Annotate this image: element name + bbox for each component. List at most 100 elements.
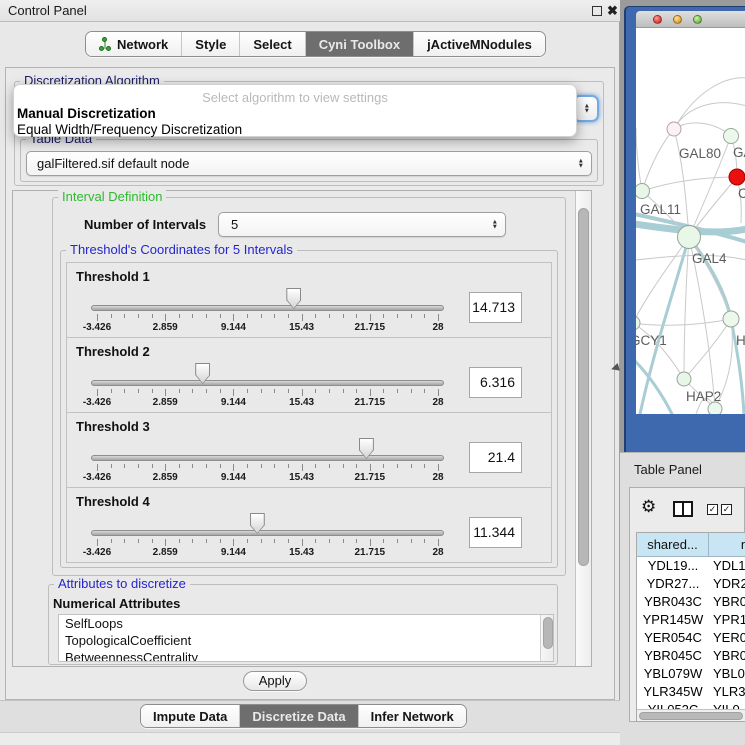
horizontal-scrollbar-thumb[interactable] (639, 712, 743, 720)
tab-style[interactable]: Style (182, 32, 240, 56)
threshold-sliders-container: Threshold 1-3.4262.8599.14415.4321.71528… (66, 262, 552, 564)
network-node[interactable] (723, 311, 739, 327)
slider-tick (138, 539, 139, 543)
slider-tick (247, 539, 248, 543)
table-row[interactable]: YIL052CYIL0 (637, 701, 745, 709)
attribute-items: SelfLoopsTopologicalCoefficientBetweenne… (59, 615, 553, 662)
tab-infer-network[interactable]: Infer Network (359, 705, 466, 727)
gear-icon[interactable]: ⚙ (641, 498, 656, 516)
column-header-name[interactable]: n (709, 533, 745, 557)
slider-tick-label: 9.144 (221, 547, 246, 558)
checkbox-icon[interactable]: ✓ (707, 504, 718, 515)
threshold-1-slider-track[interactable] (91, 305, 444, 311)
tab-cyni-toolbox[interactable]: Cyni Toolbox (306, 32, 414, 56)
control-panel-tabbar: Network Style Select Cyni Toolbox jActiv… (85, 31, 546, 57)
columns-icon[interactable] (673, 501, 693, 517)
slider-tick (315, 539, 316, 543)
slider-tick (247, 464, 248, 468)
table-cell-shared-name: YDL19... (637, 557, 709, 575)
table-row[interactable]: YBR043CYBR0 (637, 593, 745, 611)
slider-tick (302, 464, 303, 471)
slider-tick (179, 539, 180, 543)
tab-select[interactable]: Select (240, 32, 305, 56)
threshold-4-slider-track[interactable] (91, 530, 444, 536)
network-node[interactable] (724, 129, 739, 144)
table-rows: YDL19...YDL1YDR27...YDR2YBR043CYBR0YPR14… (637, 557, 745, 709)
slider-tick (261, 314, 262, 318)
cyni-bottom-tabbar: Impute Data Discretize Data Infer Networ… (140, 704, 467, 728)
network-canvas[interactable]: GAL80GACGAL11GAL4GCY1HHAP2 (636, 28, 745, 414)
network-view-window[interactable]: GAL80GACGAL11GAL4GCY1HHAP2 (624, 6, 745, 452)
slider-tick (261, 464, 262, 468)
zoom-traffic-light[interactable] (693, 15, 702, 24)
table-row[interactable]: YBR045CYBR0 (637, 647, 745, 665)
apply-button[interactable]: Apply (243, 671, 307, 691)
slider-tick (424, 314, 425, 318)
threshold-3-value-field[interactable]: 21.4 (469, 442, 522, 473)
slider-tick (261, 539, 262, 543)
slider-tick (411, 539, 412, 543)
horizontal-scrollbar[interactable] (637, 709, 745, 722)
slider-tick-label: 15.43 (289, 397, 314, 408)
table-row[interactable]: YDR27...YDR2 (637, 575, 745, 593)
slider-tick (247, 314, 248, 318)
slider-tick (192, 539, 193, 543)
table-cell-name: YBR0 (713, 593, 745, 611)
close-traffic-light[interactable] (653, 15, 662, 24)
attribute-item[interactable]: SelfLoops (59, 615, 553, 632)
tab-discretize-data[interactable]: Discretize Data (240, 705, 358, 727)
checkbox-icon[interactable]: ✓ (721, 504, 732, 515)
slider-tick (329, 389, 330, 393)
network-node[interactable] (636, 184, 650, 199)
numerical-attributes-list[interactable]: SelfLoopsTopologicalCoefficientBetweenne… (58, 614, 554, 662)
threshold-1-value-field[interactable]: 14.713 (469, 292, 522, 323)
threshold-2-slider-track[interactable] (91, 380, 444, 386)
algorithm-option-manual[interactable]: Manual Discretization (17, 106, 156, 121)
attribute-item[interactable]: BetweennessCentrality (59, 649, 553, 662)
control-panel-titlebar: Control Panel ✖ (0, 0, 620, 22)
table-cell-name: YPR1 (713, 611, 745, 629)
slider-tick-label: 28 (432, 472, 443, 483)
algorithm-combo-stepper[interactable]: ▲▼ (575, 95, 599, 122)
node-label: GAL11 (640, 202, 681, 217)
slider-tick (397, 464, 398, 468)
tab-impute-data-label: Impute Data (153, 709, 227, 724)
network-node[interactable] (729, 169, 745, 185)
vertical-scrollbar-thumb[interactable] (578, 208, 589, 566)
slider-tick (165, 314, 166, 321)
attribute-item[interactable]: TopologicalCoefficient (59, 632, 553, 649)
vertical-scrollbar[interactable] (575, 191, 591, 666)
threshold-4-value-field[interactable]: 11.344 (469, 517, 522, 548)
threshold-2-value-field[interactable]: 6.316 (469, 367, 522, 398)
table-data-combobox-value: galFiltered.sif default node (37, 156, 189, 171)
algorithm-option-equal-width[interactable]: Equal Width/Frequency Discretization (17, 122, 242, 137)
threshold-3-slider-track[interactable] (91, 455, 444, 461)
table-row[interactable]: YDL19...YDL1 (637, 557, 745, 575)
network-node[interactable] (667, 122, 681, 136)
tab-jactivemnodules[interactable]: jActiveMNodules (414, 32, 545, 56)
table-row[interactable]: YLR345WYLR3 (637, 683, 745, 701)
tab-impute-data[interactable]: Impute Data (141, 705, 240, 727)
slider-tick (370, 539, 371, 546)
slider-tick (397, 539, 398, 543)
tab-network[interactable]: Network (86, 32, 182, 56)
combo-arrows-icon: ▲▼ (578, 158, 584, 169)
number-of-intervals-combobox[interactable]: 5 ▲▼ (218, 212, 506, 237)
slider-tick (370, 464, 371, 471)
table-row[interactable]: YER054CYER0 (637, 629, 745, 647)
thresholds-group-label: Threshold's Coordinates for 5 Intervals (66, 243, 297, 257)
slider-tick-label: -3.426 (83, 472, 111, 483)
attributes-scrollbar[interactable] (540, 615, 554, 661)
slider-tick (124, 539, 125, 543)
table-data-combobox[interactable]: galFiltered.sif default node ▲▼ (26, 151, 592, 176)
minimize-traffic-light[interactable] (673, 15, 682, 24)
column-header-shared-name[interactable]: shared... (637, 533, 709, 557)
attributes-scrollbar-thumb[interactable] (543, 617, 553, 649)
network-window-titlebar[interactable] (636, 11, 745, 28)
table-row[interactable]: YBL079WYBL0 (637, 665, 745, 683)
table-row[interactable]: YPR145WYPR1 (637, 611, 745, 629)
network-node[interactable] (678, 226, 701, 249)
close-icon[interactable]: ✖ (607, 2, 618, 20)
network-node[interactable] (677, 372, 691, 386)
float-window-icon[interactable] (592, 6, 602, 16)
